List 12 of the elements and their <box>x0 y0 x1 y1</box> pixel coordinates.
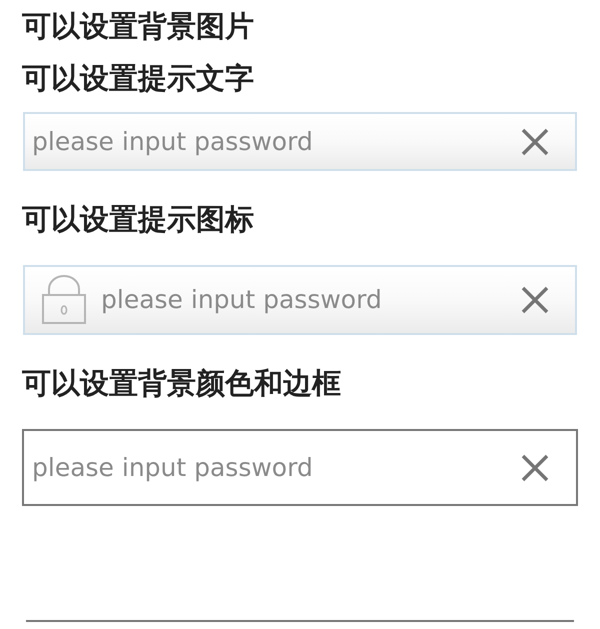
password-input[interactable]: please input password <box>101 281 506 319</box>
section-heading: 可以设置提示图标 <box>21 201 255 237</box>
section-heading: 可以设置提示文字 <box>21 60 255 96</box>
password-field[interactable]: please input password <box>22 429 578 506</box>
close-icon[interactable] <box>520 126 550 156</box>
close-icon[interactable] <box>520 285 550 315</box>
section-heading: 可以设置背景颜色和边框 <box>21 365 342 401</box>
section-heading: 可以设置背景图片 <box>21 8 255 44</box>
lock-icon <box>41 275 87 325</box>
close-icon[interactable] <box>520 452 550 482</box>
password-input[interactable]: please input password <box>32 448 506 486</box>
password-input[interactable]: please input password <box>32 122 506 160</box>
